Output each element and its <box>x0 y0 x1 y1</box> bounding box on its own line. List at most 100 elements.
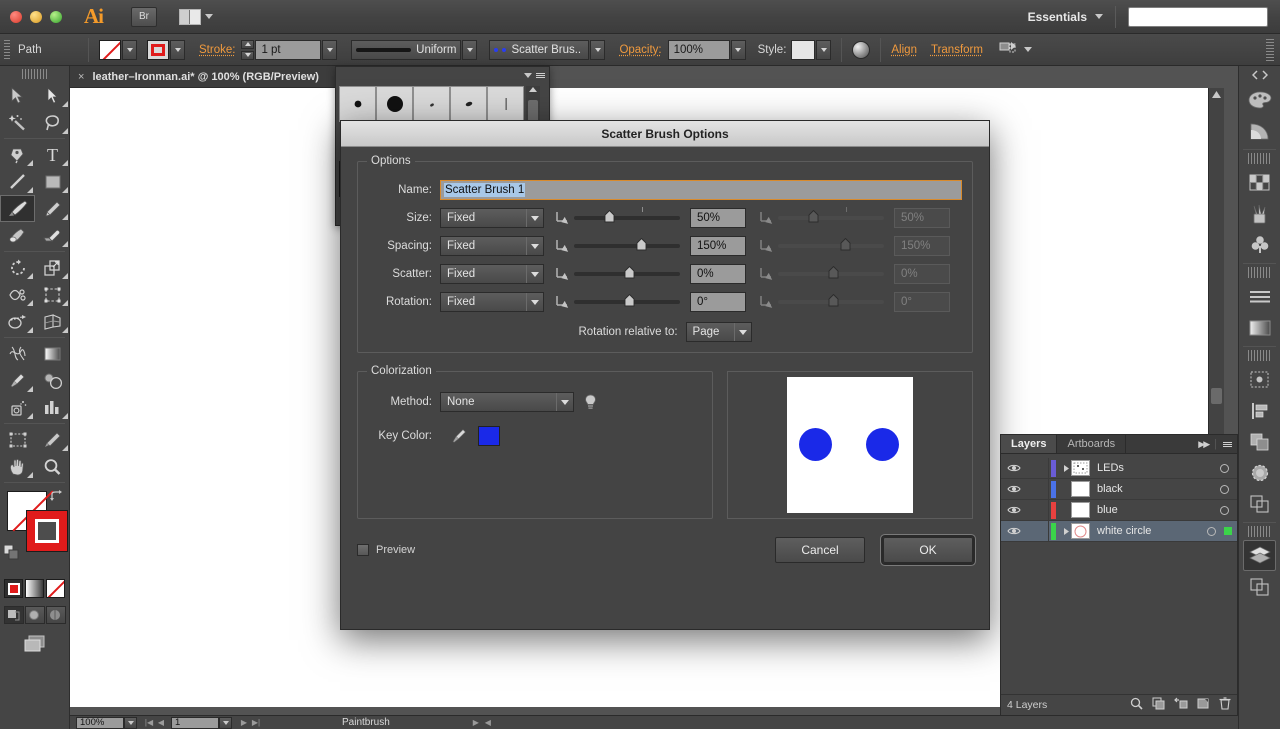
option-value-field[interactable]: 50% <box>690 208 746 228</box>
shape-builder-tool[interactable] <box>0 308 35 335</box>
horizontal-scroll-left-icon[interactable]: ◀ <box>482 717 494 729</box>
artboard-number-field[interactable]: 1 <box>171 716 219 729</box>
slider-track[interactable] <box>574 265 680 279</box>
layer-visibility-toggle[interactable] <box>1001 505 1027 515</box>
tab-layers[interactable]: Layers <box>1001 435 1058 453</box>
close-document-icon[interactable]: × <box>78 71 84 83</box>
layer-lock-toggle[interactable] <box>1027 520 1049 542</box>
symbols-panel-icon[interactable] <box>1239 229 1280 260</box>
search-input[interactable] <box>1128 6 1268 27</box>
layer-target-indicator[interactable] <box>1211 463 1237 473</box>
layer-expand-toggle[interactable] <box>1061 464 1071 473</box>
swatches-panel-icon[interactable] <box>1239 167 1280 198</box>
color-panel-icon[interactable] <box>1239 84 1280 115</box>
stroke-red-swatch[interactable] <box>147 39 169 60</box>
brush-swatch[interactable] <box>376 86 413 122</box>
workspace-chevron-down-icon[interactable] <box>1095 14 1103 19</box>
style-dropdown-button[interactable] <box>816 39 832 60</box>
next-artboard-icon[interactable]: ▶ <box>238 717 250 729</box>
free-transform-tool[interactable] <box>35 281 70 308</box>
last-artboard-icon[interactable]: ▶| <box>250 717 262 729</box>
perspective-grid-tool[interactable] <box>35 308 70 335</box>
maximize-window-button[interactable] <box>50 10 62 23</box>
delete-selection-icon[interactable] <box>1219 697 1231 713</box>
brush-swatch[interactable] <box>339 86 376 122</box>
brushes-panel-collapse-icon[interactable] <box>524 72 532 78</box>
layer-row[interactable]: white circle <box>1001 520 1237 542</box>
status-menu-icon[interactable]: ▶ <box>470 717 482 729</box>
layer-lock-toggle[interactable] <box>1027 478 1049 500</box>
layer-row[interactable]: blue <box>1001 499 1237 521</box>
stroke-profile-dropdown-button[interactable] <box>462 39 478 60</box>
opacity-field[interactable]: 100% <box>667 39 730 60</box>
layer-name[interactable]: white circle <box>1097 525 1198 537</box>
eraser-tool[interactable] <box>35 222 70 249</box>
first-artboard-icon[interactable]: |◀ <box>143 717 155 729</box>
symbol-sprayer-tool[interactable] <box>0 394 35 421</box>
layer-visibility-toggle[interactable] <box>1001 484 1027 494</box>
type-tool[interactable]: T <box>35 141 70 168</box>
bridge-button[interactable]: Br <box>131 6 157 27</box>
ok-button[interactable]: OK <box>883 537 973 563</box>
arrange-chevron-down-icon[interactable] <box>1023 47 1032 52</box>
artboard-tool[interactable] <box>0 426 35 453</box>
create-new-sublayer-icon[interactable] <box>1174 697 1188 713</box>
control-bar-end-grip[interactable] <box>1266 38 1274 61</box>
create-new-layer-icon[interactable] <box>1197 697 1210 713</box>
artboard-dropdown-button[interactable] <box>219 716 232 729</box>
opacity-label[interactable]: Opacity: <box>619 44 661 56</box>
appearance-panel-icon[interactable] <box>1239 364 1280 395</box>
pencil-tool[interactable] <box>35 195 70 222</box>
preview-checkbox-label[interactable]: Preview <box>376 544 415 556</box>
workspace-switcher-label[interactable]: Essentials <box>1028 10 1087 24</box>
slider-track[interactable] <box>574 237 680 251</box>
paintbrush-tool[interactable] <box>0 195 35 222</box>
rectangle-tool[interactable] <box>35 168 70 195</box>
slider-handle[interactable] <box>604 209 615 223</box>
recolor-artwork-icon[interactable] <box>852 40 871 59</box>
tab-artboards[interactable]: Artboards <box>1057 435 1127 453</box>
cancel-button[interactable]: Cancel <box>775 537 865 563</box>
gradient-fill-button[interactable] <box>25 579 44 598</box>
arrange-objects-icon[interactable] <box>999 41 1017 58</box>
blend-tool[interactable] <box>35 367 70 394</box>
zoom-level-field[interactable]: 100% <box>76 716 124 729</box>
opacity-dropdown-button[interactable] <box>730 39 746 60</box>
key-color-swatch[interactable] <box>478 426 500 446</box>
swap-fill-stroke-icon[interactable] <box>50 489 65 505</box>
layer-name[interactable]: blue <box>1097 504 1211 516</box>
default-fill-stroke-icon[interactable] <box>3 544 20 564</box>
slider-handle[interactable] <box>624 293 635 307</box>
option-slider-primary[interactable] <box>556 265 680 281</box>
align-panel-icon[interactable] <box>1239 395 1280 426</box>
lasso-tool[interactable] <box>35 109 70 136</box>
stroke-profile-selector[interactable]: Uniform <box>351 39 462 60</box>
layer-lock-toggle[interactable] <box>1027 457 1049 479</box>
dock-group-grip[interactable] <box>1247 350 1272 361</box>
graphic-style-swatch[interactable] <box>791 39 816 60</box>
option-slider-primary[interactable] <box>556 237 680 253</box>
layers-panel-icon[interactable] <box>1243 540 1276 571</box>
stroke-weight-dropdown-button[interactable] <box>322 39 338 60</box>
dock-collapse-button[interactable] <box>1239 66 1280 84</box>
layer-visibility-toggle[interactable] <box>1001 463 1027 473</box>
color-guide-panel-icon[interactable] <box>1239 115 1280 146</box>
layer-target-indicator[interactable] <box>1211 505 1237 515</box>
stroke-weight-field[interactable]: 1 pt <box>255 39 322 60</box>
align-button[interactable]: Align <box>891 44 917 56</box>
stroke-weight-stepper[interactable] <box>241 39 255 60</box>
control-bar-grip[interactable] <box>4 39 10 60</box>
brush-swatch[interactable] <box>450 86 487 122</box>
option-slider-primary[interactable] <box>556 293 680 309</box>
lightbulb-icon[interactable] <box>584 394 597 410</box>
tools-panel-grip[interactable] <box>21 69 48 79</box>
option-mode-dropdown[interactable]: Fixed <box>440 236 544 256</box>
draw-inside-icon[interactable] <box>45 606 66 624</box>
layer-target-indicator[interactable] <box>1198 526 1224 536</box>
dock-group-grip[interactable] <box>1247 526 1272 537</box>
fill-dropdown-button[interactable] <box>122 39 137 60</box>
rotate-tool[interactable] <box>0 254 35 281</box>
double-arrow-right-icon[interactable]: ▶▶ <box>1198 439 1210 450</box>
colorization-method-dropdown[interactable]: None <box>440 392 574 412</box>
option-value-field[interactable]: 0° <box>690 292 746 312</box>
